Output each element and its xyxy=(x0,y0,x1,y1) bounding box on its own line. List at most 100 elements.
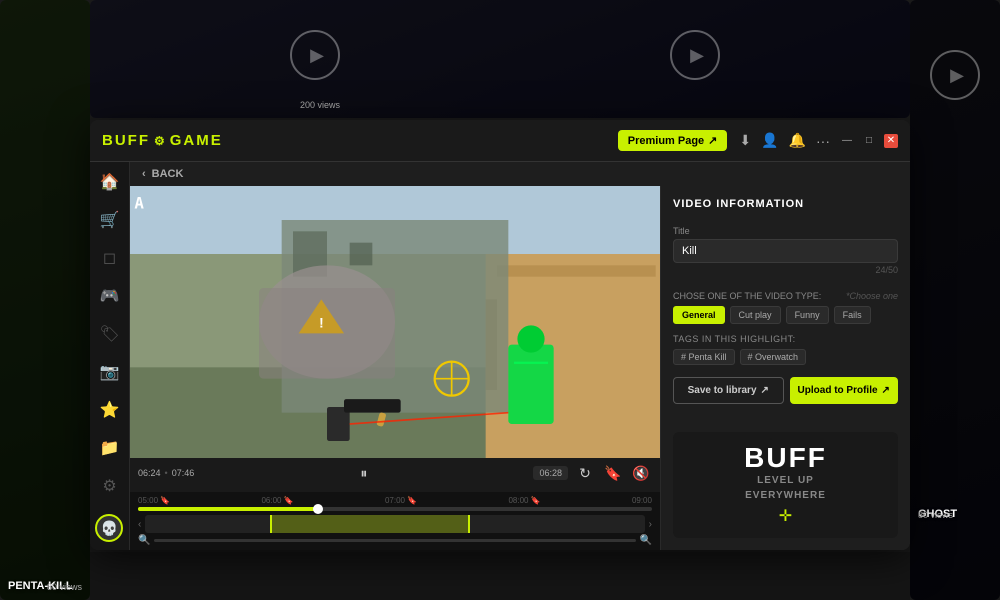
playback-controls: ⏸ xyxy=(353,462,375,484)
timeline-track[interactable] xyxy=(138,507,652,511)
video-type-group: CHOSE ONE OF THE VIDEO TYPE: *Choose one… xyxy=(673,291,898,324)
sidebar-item-home[interactable]: 🏠 xyxy=(96,172,124,192)
bg-card-right: ▶ GHOST 80 views xyxy=(910,0,1000,600)
video-controls: 06:24 • 07:46 ⏸ 06:28 ↻ 🔖 � xyxy=(130,458,660,492)
more-icon[interactable]: ··· xyxy=(816,133,830,149)
back-label: BACK xyxy=(152,168,184,180)
clip-range-bar[interactable] xyxy=(145,515,644,533)
tag-penta-kill[interactable]: # Penta Kill xyxy=(673,349,735,365)
time-end: 07:46 xyxy=(172,468,195,478)
timeline-wrapper: 05:00 🔖 06:00 🔖 07:00 🔖 08:00 🔖 09:00 ‹ xyxy=(130,492,660,550)
zoom-in-icon[interactable]: 🔍 xyxy=(640,535,652,546)
sidebar-bottom: 💀 Nickname. Premium ● 1350.38 xyxy=(92,514,128,550)
upload-arrow-icon: ↗ xyxy=(882,385,890,396)
app-body: 🏠 🛒 ◻ 🎮 🏷 📷 ⭐ 📁 ⚙ 💀 Nickname. Premium ● … xyxy=(90,162,910,550)
sidebar-item-shop[interactable]: 🛒 xyxy=(96,210,124,230)
sidebar-item-star[interactable]: ⭐ xyxy=(96,400,124,420)
close-button[interactable]: ✕ xyxy=(884,134,898,148)
buff-tagline-2: EVERYWHERE xyxy=(685,489,886,502)
type-chip-fails[interactable]: Fails xyxy=(834,306,871,324)
premium-page-button[interactable]: Premium Page ↗ xyxy=(618,130,728,151)
main-content: ‹ BACK xyxy=(130,162,910,550)
logo-text: BUFF xyxy=(102,132,150,149)
char-count: 24/50 xyxy=(673,265,898,275)
buff-crosshair-icon: ✛ xyxy=(685,506,886,526)
action-buttons: Save to library ↗ Upload to Profile ↗ xyxy=(673,377,898,404)
clip-right-arrow[interactable]: › xyxy=(649,519,652,530)
maximize-button[interactable]: □ xyxy=(862,134,876,148)
pause-button[interactable]: ⏸ xyxy=(353,462,375,484)
sidebar-item-settings[interactable]: ⚙ xyxy=(96,476,124,496)
title-input-group: Title 24/50 xyxy=(673,226,898,275)
upload-to-profile-button[interactable]: Upload to Profile ↗ xyxy=(790,377,899,404)
svg-text:!: ! xyxy=(319,316,324,331)
download-icon[interactable]: ⬇ xyxy=(739,132,751,149)
clip-range-row: ‹ › xyxy=(138,515,652,533)
back-arrow-icon: ‹ xyxy=(142,168,146,180)
sidebar-item-game[interactable]: 🎮 xyxy=(96,286,124,306)
bg-views-penta: 80 views xyxy=(47,582,82,592)
clip-selection xyxy=(270,515,470,533)
upload-label: Upload to Profile xyxy=(798,385,878,396)
tags-row: # Penta Kill # Overwatch xyxy=(673,349,898,365)
type-chips: General Cut play Funny Fails xyxy=(673,306,898,324)
volume-button[interactable]: 🔇 xyxy=(630,462,652,484)
sidebar-item-tags[interactable]: 🏷 xyxy=(96,324,124,344)
sidebar-item-folder[interactable]: 📁 xyxy=(96,438,124,458)
title-bar: BUFF ⚙ GAME Premium Page ↗ ⬇ 👤 🔔 ··· — □… xyxy=(90,120,910,162)
back-nav[interactable]: ‹ BACK xyxy=(130,162,910,186)
clip-left-arrow[interactable]: ‹ xyxy=(138,519,141,530)
content-area: ! xyxy=(130,186,910,550)
video-panel: ! xyxy=(130,186,660,550)
premium-arrow-icon: ↗ xyxy=(708,134,717,147)
svg-text:A: A xyxy=(134,194,144,213)
bg-card-top: ▶ ▶ 200 views xyxy=(90,0,910,118)
info-panel: VIDEO INFORMATION Title 24/50 CHOSE ONE … xyxy=(660,186,910,550)
title-input-label: Title xyxy=(673,226,898,236)
logo-game-text: GAME xyxy=(170,132,223,149)
zoom-bar[interactable] xyxy=(154,539,635,542)
bookmark-button[interactable]: 🔖 xyxy=(602,462,624,484)
marker-1: 06:00 🔖 xyxy=(261,496,293,505)
premium-label: Premium Page xyxy=(628,135,704,147)
type-chip-funny[interactable]: Funny xyxy=(786,306,829,324)
info-section-title: VIDEO INFORMATION xyxy=(673,198,898,210)
app-window: BUFF ⚙ GAME Premium Page ↗ ⬇ 👤 🔔 ··· — □… xyxy=(90,120,910,550)
type-chip-general[interactable]: General xyxy=(673,306,725,324)
profile-icon[interactable]: 👤 xyxy=(761,132,778,149)
type-choose-text: *Choose one xyxy=(846,291,898,301)
minimize-button[interactable]: — xyxy=(840,134,854,148)
marker-0: 05:00 🔖 xyxy=(138,496,170,505)
save-label: Save to library xyxy=(688,385,757,396)
loop-button[interactable]: ↻ xyxy=(574,462,596,484)
save-to-library-button[interactable]: Save to library ↗ xyxy=(673,377,784,404)
time-start: 06:24 xyxy=(138,468,161,478)
type-label-text: CHOSE ONE OF THE VIDEO TYPE: xyxy=(673,291,821,301)
sidebar-item-camera[interactable]: 📷 xyxy=(96,362,124,382)
title-input[interactable] xyxy=(673,239,898,263)
save-arrow-icon: ↗ xyxy=(761,385,769,396)
time-display: 06:24 • 07:46 xyxy=(138,468,194,478)
buff-tagline-1: LEVEL UP xyxy=(685,474,886,487)
marker-4: 09:00 xyxy=(632,496,652,505)
tag-overwatch[interactable]: # Overwatch xyxy=(740,349,807,365)
sidebar-item-clips[interactable]: ◻ xyxy=(96,248,124,268)
video-display: ! xyxy=(130,186,660,458)
app-logo: BUFF ⚙ GAME xyxy=(102,132,618,149)
zoom-out-icon[interactable]: 🔍 xyxy=(138,535,150,546)
right-controls: 06:28 ↻ 🔖 🔇 xyxy=(533,462,652,484)
type-chip-cutplay[interactable]: Cut play xyxy=(730,306,781,324)
marker-2: 07:00 🔖 xyxy=(385,496,417,505)
buff-logo-section: BUFF LEVEL UP EVERYWHERE ✛ xyxy=(673,432,898,538)
timeline-thumb[interactable] xyxy=(313,504,323,514)
marker-3: 08:00 🔖 xyxy=(508,496,540,505)
avatar[interactable]: 💀 xyxy=(95,514,123,542)
logo-gear-icon: ⚙ xyxy=(154,134,166,148)
bg-views-ghost: 80 views xyxy=(918,510,953,520)
timeline-markers: 05:00 🔖 06:00 🔖 07:00 🔖 08:00 🔖 09:00 xyxy=(138,496,652,505)
window-controls: — □ ✕ xyxy=(840,134,898,148)
bg-card-left: PENTA-KILL 80 views xyxy=(0,0,90,600)
bell-icon[interactable]: 🔔 xyxy=(789,132,806,149)
buff-brand-name: BUFF xyxy=(685,444,886,472)
sidebar: 🏠 🛒 ◻ 🎮 🏷 📷 ⭐ 📁 ⚙ 💀 Nickname. Premium ● … xyxy=(90,162,130,550)
